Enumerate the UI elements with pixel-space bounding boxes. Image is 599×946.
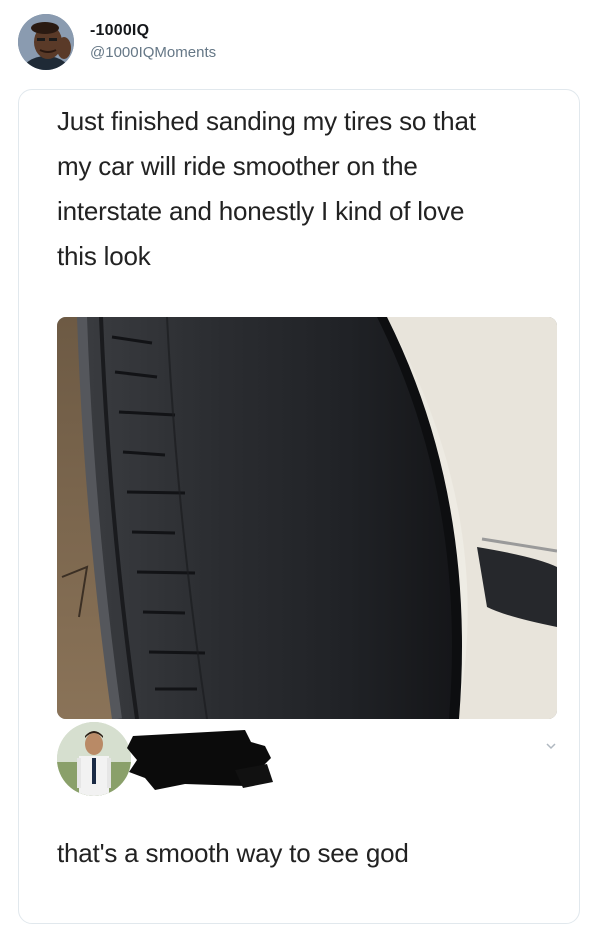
redaction-scribble-icon <box>127 730 273 790</box>
reply-avatar-icon <box>57 722 131 796</box>
tweet-screenshot: -1000IQ @1000IQMoments Just finished san… <box>0 0 599 946</box>
tire-photo[interactable] <box>57 317 557 719</box>
post-text-line: my car will ride smoother on the <box>57 151 418 181</box>
reply-user-avatar[interactable] <box>57 722 131 796</box>
post-text-line: this look <box>57 241 151 271</box>
display-name[interactable]: -1000IQ <box>90 22 149 40</box>
redacted-username <box>125 724 275 794</box>
reply-text: that's a smooth way to see god <box>57 838 409 868</box>
post-text-line: interstate and honestly I kind of love <box>57 196 465 226</box>
chevron-down-icon[interactable] <box>545 740 557 752</box>
user-avatar[interactable] <box>18 14 74 70</box>
post-text-line: Just finished sanding my tires so that <box>57 106 476 136</box>
avatar-icon <box>18 14 74 70</box>
tire-photo-icon <box>57 317 557 719</box>
user-handle[interactable]: @1000IQMoments <box>90 44 216 61</box>
post-text: Just finished sanding my tires so that m… <box>57 99 557 279</box>
quoted-post-card[interactable]: Just finished sanding my tires so that m… <box>18 89 580 924</box>
